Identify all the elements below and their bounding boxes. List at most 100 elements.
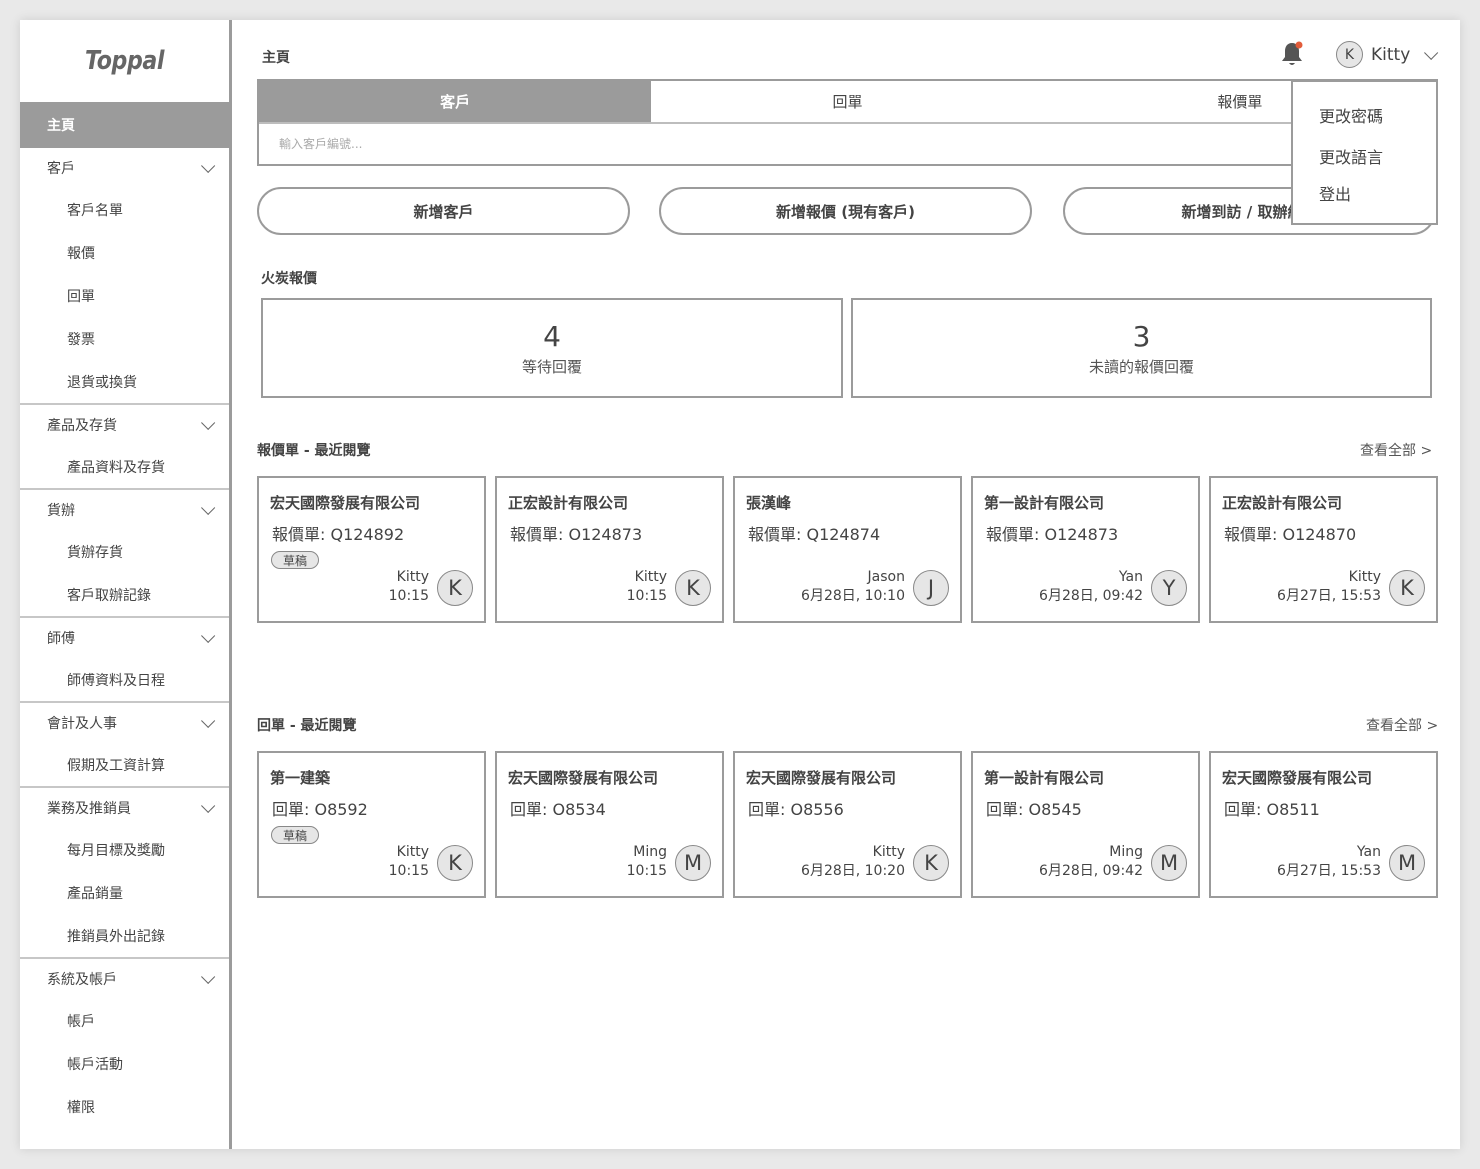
stat-label: 未讀的報價回覆 — [1088, 357, 1194, 376]
bell-icon[interactable] — [1280, 40, 1304, 68]
hot-quotes-title: 火炭報價 — [261, 271, 317, 287]
tab-orders[interactable]: 回單 — [651, 81, 1043, 122]
search-input[interactable] — [259, 124, 1436, 164]
card-company: 第一建築 — [270, 769, 331, 787]
chevron-down-icon — [1424, 45, 1439, 60]
sidebar-item-product-sales[interactable]: 產品銷量 — [20, 871, 229, 914]
card-meta: Yan 6月27日, 15:53 — [1277, 843, 1381, 881]
recent-card[interactable]: 宏天國際發展有限公司 報價單: Q124892 草稿 Kitty 10:15 K — [257, 476, 486, 623]
app-window: Toppal 主頁 客戶 客戶名單 報價 回單 發票 退貨或換貨 產品及存貨 產… — [20, 20, 1460, 1149]
card-company: 宏天國際發展有限公司 — [508, 769, 659, 787]
chevron-down-icon — [201, 158, 216, 173]
recent-card[interactable]: 宏天國際發展有限公司 回單: O8511 Yan 6月27日, 15:53 M — [1209, 751, 1438, 898]
recent-card[interactable]: 第一設計有限公司 報價單: O124873 Yan 6月28日, 09:42 Y — [971, 476, 1200, 623]
nav-section-sales: 業務及推銷員 每月目標及獎勵 產品銷量 推銷員外出記錄 — [20, 788, 229, 959]
avatar: K — [437, 570, 473, 606]
card-time: 10:15 — [626, 863, 667, 879]
sidebar-item-sample-stock[interactable]: 貨辦存貨 — [20, 530, 229, 573]
recent-card[interactable]: 宏天國際發展有限公司 回單: O8534 Ming 10:15 M — [495, 751, 724, 898]
status-badge: 草稿 — [271, 551, 320, 569]
sidebar-item-sales-visits[interactable]: 推銷員外出記錄 — [20, 914, 229, 957]
change-password-item[interactable]: 更改密碼 — [1319, 103, 1383, 127]
sidebar-item-product-inventory[interactable]: 產品資料及存貨 — [20, 445, 229, 488]
card-reference: 報價單: O124873 — [510, 525, 643, 544]
logout-item[interactable]: 登出 — [1319, 181, 1351, 205]
card-meta: Kitty 6月28日, 10:20 — [801, 843, 905, 881]
card-reference: 回單: O8511 — [1224, 800, 1320, 819]
card-time: 10:15 — [388, 863, 429, 879]
nav-head-technicians[interactable]: 師傅 — [20, 618, 229, 658]
card-meta: Kitty 10:15 — [389, 568, 429, 606]
card-company: 正宏設計有限公司 — [1222, 494, 1343, 512]
card-reference: 報價單: O124873 — [986, 525, 1119, 544]
sidebar-item-orders[interactable]: 回單 — [20, 274, 229, 317]
card-reference: 報價單: Q124892 — [272, 525, 405, 544]
recent-card[interactable]: 第一建築 回單: O8592 草稿 Kitty 10:15 K — [257, 751, 486, 898]
card-time: 10:15 — [626, 588, 667, 604]
orders-see-all-link[interactable]: 查看全部 > — [1366, 715, 1438, 735]
nav-head-customers[interactable]: 客戶 — [20, 148, 229, 188]
card-meta: Kitty 10:15 — [627, 568, 667, 606]
change-language-item[interactable]: 更改語言 — [1319, 144, 1383, 168]
sidebar-item-technician-schedule[interactable]: 師傅資料及日程 — [20, 658, 229, 701]
nav-head-label: 會計及人事 — [47, 716, 117, 732]
logo: Toppal — [85, 46, 164, 76]
card-reference: 回單: O8592 — [272, 800, 368, 819]
page-title: 主頁 — [262, 50, 290, 66]
sidebar-item-sample-pickups[interactable]: 客戶取辦記錄 — [20, 573, 229, 616]
card-meta: Kitty 6月27日, 15:53 — [1277, 568, 1381, 606]
nav-head-label: 貨辦 — [47, 503, 75, 519]
card-person: Jason — [867, 569, 905, 585]
nav-head-label: 業務及推銷員 — [47, 801, 131, 817]
card-company: 宏天國際發展有限公司 — [270, 494, 421, 512]
nav-head-label: 系統及帳戶 — [47, 972, 117, 988]
nav-head-label: 師傅 — [47, 631, 75, 647]
chevron-down-icon — [201, 969, 216, 984]
card-person: Kitty — [1348, 569, 1381, 585]
nav-head-sales[interactable]: 業務及推銷員 — [20, 788, 229, 828]
user-menu[interactable]: K Kitty — [1336, 41, 1440, 68]
quotes-see-all-link[interactable]: 查看全部 > — [1360, 440, 1432, 460]
chevron-down-icon — [201, 713, 216, 728]
avatar: K — [1389, 570, 1425, 606]
card-person: Kitty — [396, 569, 429, 585]
sidebar-item-monthly-targets[interactable]: 每月目標及獎勵 — [20, 828, 229, 871]
sidebar-item-account-activity[interactable]: 帳戶活動 — [20, 1042, 229, 1085]
action-buttons: 新增客戶 新增報價 (現有客戶) 新增到訪 / 取辦紀錄 — [257, 187, 1438, 235]
sidebar-item-home[interactable]: 主頁 — [20, 102, 229, 148]
recent-card[interactable]: 正宏設計有限公司 報價單: O124873 Kitty 10:15 K — [495, 476, 724, 623]
sidebar-item-returns[interactable]: 退貨或換貨 — [20, 360, 229, 403]
recent-card[interactable]: 第一設計有限公司 回單: O8545 Ming 6月28日, 09:42 M — [971, 751, 1200, 898]
card-company: 正宏設計有限公司 — [508, 494, 629, 512]
sidebar-item-customer-list[interactable]: 客戶名單 — [20, 188, 229, 231]
recent-card[interactable]: 宏天國際發展有限公司 回單: O8556 Kitty 6月28日, 10:20 K — [733, 751, 962, 898]
nav-section-accounting: 會計及人事 假期及工資計算 — [20, 703, 229, 788]
add-customer-button[interactable]: 新增客戶 — [257, 187, 630, 235]
recent-card[interactable]: 張漢峰 報價單: Q124874 Jason 6月28日, 10:10 J — [733, 476, 962, 623]
stat-awaiting-reply[interactable]: 4 等待回覆 — [261, 298, 843, 398]
recent-card[interactable]: 正宏設計有限公司 報價單: O124870 Kitty 6月27日, 15:53 … — [1209, 476, 1438, 623]
sidebar-item-quotes[interactable]: 報價 — [20, 231, 229, 274]
nav-head-samples[interactable]: 貨辦 — [20, 490, 229, 530]
sidebar-item-invoices[interactable]: 發票 — [20, 317, 229, 360]
sidebar-item-permissions[interactable]: 權限 — [20, 1085, 229, 1128]
tab-customers[interactable]: 客戶 — [259, 81, 652, 122]
card-reference: 回單: O8556 — [748, 800, 844, 819]
card-person: Ming — [633, 844, 667, 860]
stat-label: 等待回覆 — [521, 357, 582, 376]
card-meta: Jason 6月28日, 10:10 — [801, 568, 905, 606]
quotes-recent-title: 報價單 - 最近閱覽 — [257, 443, 371, 459]
nav-head-system[interactable]: 系統及帳戶 — [20, 959, 229, 999]
card-person: Kitty — [634, 569, 667, 585]
nav-head-products[interactable]: 產品及存貨 — [20, 405, 229, 445]
card-company: 宏天國際發展有限公司 — [1222, 769, 1373, 787]
card-person: Kitty — [872, 844, 905, 860]
card-time: 6月28日, 09:42 — [1039, 588, 1143, 604]
add-quote-button[interactable]: 新增報價 (現有客戶) — [659, 187, 1032, 235]
nav-head-accounting[interactable]: 會計及人事 — [20, 703, 229, 743]
sidebar-item-accounts[interactable]: 帳戶 — [20, 999, 229, 1042]
search-tabs: 客戶 回單 報價單 — [259, 81, 1436, 124]
stat-unread-replies[interactable]: 3 未讀的報價回覆 — [851, 298, 1432, 398]
sidebar-item-leave-payroll[interactable]: 假期及工資計算 — [20, 743, 229, 786]
avatar: K — [675, 570, 711, 606]
